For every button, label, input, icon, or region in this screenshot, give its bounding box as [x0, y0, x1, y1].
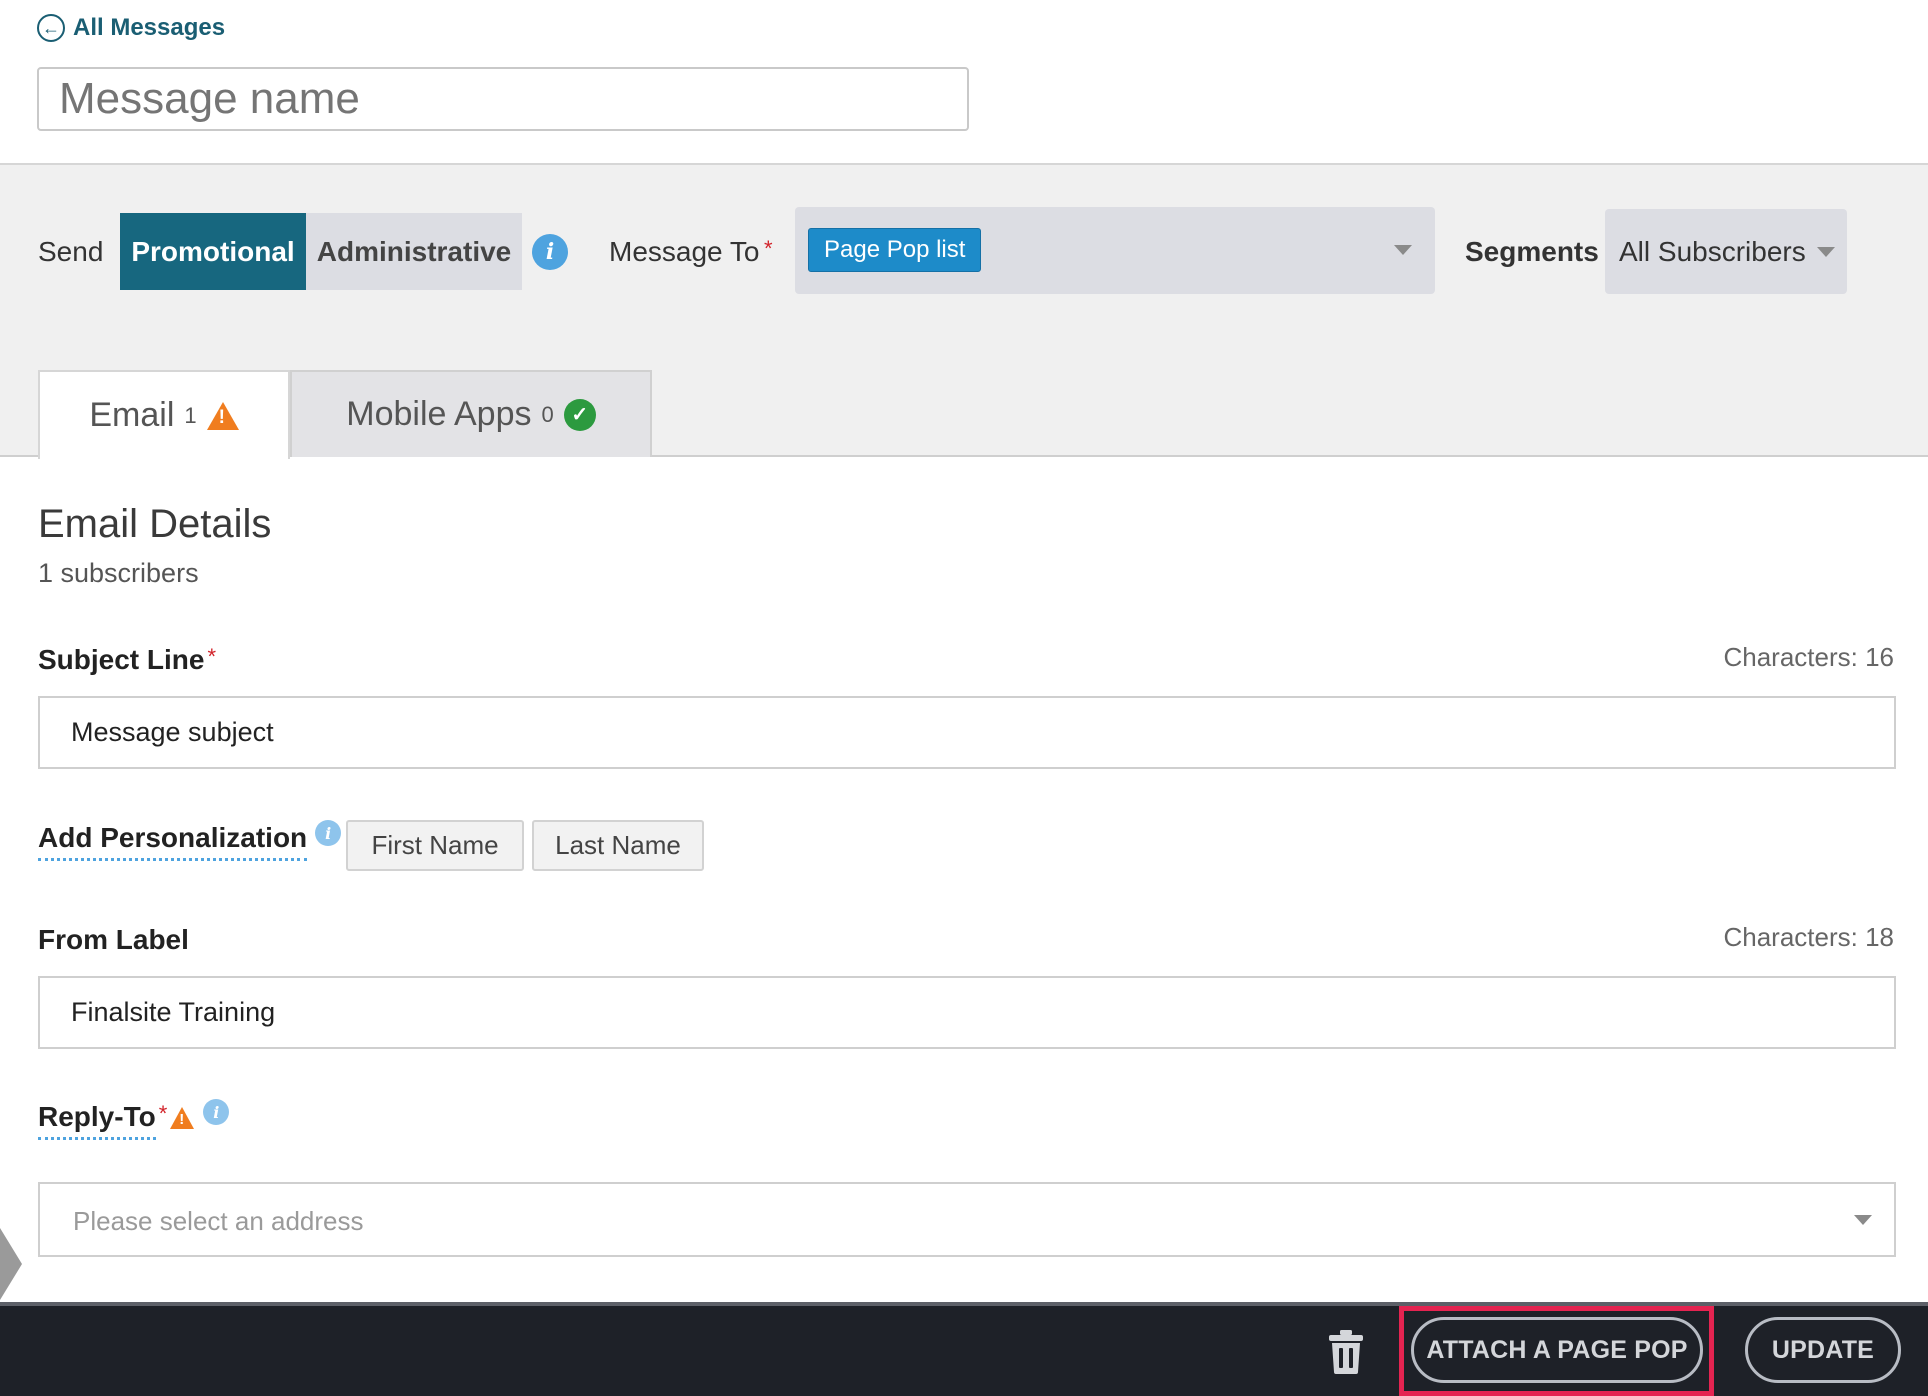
chevron-down-icon[interactable]	[1854, 1215, 1872, 1225]
segments-value: All Subscribers	[1619, 236, 1806, 267]
add-personalization-label[interactable]: Add Personalization	[38, 822, 308, 861]
reply-to-placeholder: Please select an address	[73, 1206, 364, 1236]
personalization-label-group: Add Personalization i	[38, 820, 342, 861]
subject-line-label-group: Subject Line *	[38, 644, 216, 676]
check-circle-icon: ✓	[563, 398, 596, 431]
warning-icon: !	[170, 1107, 195, 1129]
promotional-button[interactable]: Promotional	[120, 213, 306, 290]
from-label-label: From Label	[38, 924, 189, 955]
message-to-label: Message To	[609, 236, 760, 267]
subject-line-label: Subject Line	[38, 644, 205, 675]
from-label-input[interactable]	[38, 976, 1896, 1049]
administrative-button[interactable]: Administrative	[306, 213, 522, 290]
warning-icon: !	[206, 401, 239, 430]
back-to-all-messages-link[interactable]: ← All Messages	[37, 14, 225, 42]
side-panel-handle[interactable]	[0, 1228, 22, 1300]
subject-character-count: Characters: 16	[1723, 642, 1894, 672]
required-marker: *	[158, 1101, 168, 1126]
subscriber-count: 1 subscribers	[38, 558, 199, 588]
tab-email[interactable]: Email 1 !	[38, 370, 290, 459]
info-icon[interactable]: i	[203, 1099, 230, 1125]
segments-label: Segments	[1465, 236, 1599, 267]
segments-select[interactable]: All Subscribers	[1605, 209, 1847, 294]
attach-page-pop-button[interactable]: ATTACH A PAGE POP	[1411, 1317, 1703, 1383]
tab-mobile-apps-label: Mobile Apps	[346, 395, 532, 433]
required-marker: *	[207, 644, 217, 669]
last-name-button[interactable]: Last Name	[532, 820, 704, 871]
page-pop-list-tag[interactable]: Page Pop list	[808, 228, 982, 272]
subject-line-input[interactable]	[38, 696, 1896, 769]
email-details-title: Email Details	[38, 502, 272, 546]
message-to-select[interactable]: Page Pop list	[795, 207, 1435, 294]
back-link-label: All Messages	[73, 14, 226, 41]
chevron-down-icon[interactable]	[1817, 247, 1835, 257]
arrow-left-circle-icon: ←	[37, 14, 65, 42]
reply-to-label-group: Reply-To * ! i	[38, 1099, 230, 1140]
tab-mobile-apps[interactable]: Mobile Apps 0 ✓	[290, 370, 652, 457]
reply-to-select[interactable]: Please select an address	[38, 1182, 1896, 1257]
tab-email-count: 1	[184, 402, 197, 428]
required-marker: *	[764, 236, 773, 261]
reply-to-label[interactable]: Reply-To	[38, 1101, 156, 1140]
tab-email-label: Email	[89, 396, 175, 434]
tag-label: Page Pop list	[824, 236, 966, 263]
trash-icon[interactable]	[1326, 1330, 1366, 1374]
update-button[interactable]: UPDATE	[1745, 1317, 1901, 1383]
from-character-count: Characters: 18	[1723, 922, 1894, 952]
message-name-input[interactable]	[37, 67, 969, 131]
tab-mobile-apps-count: 0	[541, 401, 554, 427]
first-name-button[interactable]: First Name	[346, 820, 524, 871]
chevron-down-icon[interactable]	[1394, 245, 1412, 255]
send-label: Send	[38, 236, 104, 267]
info-icon[interactable]: i	[532, 234, 568, 270]
info-icon[interactable]: i	[315, 820, 342, 846]
